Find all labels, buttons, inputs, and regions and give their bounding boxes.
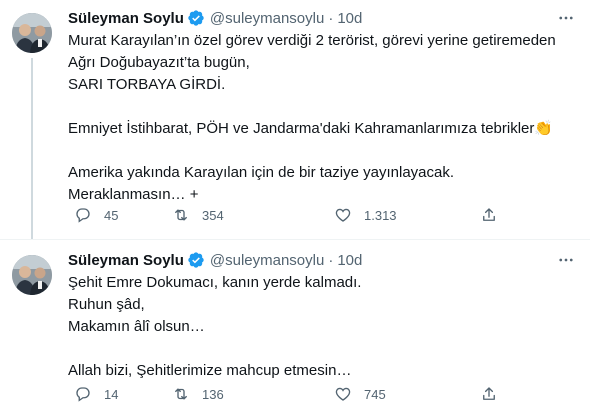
- avatar[interactable]: [12, 13, 52, 53]
- tweet-time[interactable]: 10d: [337, 252, 362, 269]
- more-button[interactable]: [556, 250, 576, 270]
- tweet-text-line: Ağrı Doğubayazıt’ta bugün,: [68, 54, 250, 71]
- tweet-text: Şehit Emre Dokumacı, kanın yerde kalmadı…: [68, 272, 573, 382]
- reply-button[interactable]: 14: [74, 384, 118, 404]
- tweet-text-line: Allah bizi, Şehitlerimize mahcup etmesin…: [68, 362, 352, 379]
- tweet-text-line: SARI TORBAYA GİRDİ.: [68, 76, 226, 93]
- tweet[interactable]: Süleyman Soylu @suleymansoylu · 10d Mura…: [0, 0, 590, 239]
- heart-icon: [335, 387, 351, 401]
- heart-icon: [335, 208, 351, 222]
- more-icon: [559, 16, 573, 20]
- retweet-count: 136: [202, 386, 224, 402]
- tweet-text-line: Murat Karayılan’ın özel görev verdiği 2 …: [68, 32, 556, 49]
- reply-count: 45: [104, 207, 119, 223]
- share-icon: [483, 208, 495, 221]
- reply-icon: [76, 208, 90, 223]
- verified-badge-icon: [188, 252, 204, 268]
- tweet-actions: 45 354 1.313: [68, 205, 498, 225]
- share-icon: [483, 387, 495, 400]
- reply-button[interactable]: 45: [74, 205, 118, 225]
- tweet-text-line: Emniyet İstihbarat, PÖH ve Jandarma'daki…: [68, 120, 554, 137]
- avatar-image: [12, 255, 52, 295]
- verified-badge-icon: [188, 10, 204, 26]
- tweet-header: Süleyman Soylu @suleymansoylu · 10d: [68, 250, 362, 270]
- author-name[interactable]: Süleyman Soylu: [68, 252, 184, 269]
- clapping-hands-emoji: 👏: [534, 120, 554, 137]
- like-count: 1.313: [364, 207, 397, 223]
- retweet-button[interactable]: 136: [172, 384, 224, 404]
- like-count: 745: [364, 386, 386, 402]
- retweet-count: 354: [202, 207, 224, 223]
- reply-icon: [76, 387, 90, 402]
- share-button[interactable]: [480, 384, 498, 404]
- tweet-text-line: Ruhun şâd,: [68, 296, 145, 313]
- more-icon: [559, 258, 573, 262]
- avatar[interactable]: [12, 255, 52, 295]
- avatar-image: [12, 13, 52, 53]
- tweet-time[interactable]: 10d: [337, 10, 362, 27]
- tweet-text-line: Makamın âlî olsun…: [68, 318, 205, 335]
- retweet-icon: [175, 209, 187, 221]
- tweet-text-line: Amerika yakında Karayılan için de bir ta…: [68, 164, 455, 181]
- separator-dot: ·: [328, 9, 334, 27]
- retweet-button[interactable]: 354: [172, 205, 224, 225]
- author-name[interactable]: Süleyman Soylu: [68, 10, 184, 27]
- tweet-text-line: Meraklanmasın… +: [68, 186, 199, 203]
- tweet-text: Murat Karayılan’ın özel görev verdiği 2 …: [68, 30, 573, 206]
- retweet-icon: [175, 388, 187, 400]
- author-handle[interactable]: @suleymansoylu: [210, 252, 324, 269]
- reply-count: 14: [104, 386, 119, 402]
- tweet[interactable]: Süleyman Soylu @suleymansoylu · 10d Şehi…: [0, 239, 590, 414]
- tweet-header: Süleyman Soylu @suleymansoylu · 10d: [68, 8, 362, 28]
- like-button[interactable]: 745: [334, 384, 386, 404]
- tweet-actions: 14 136 745: [68, 384, 498, 404]
- separator-dot: ·: [328, 251, 334, 269]
- tweet-text-line: Şehit Emre Dokumacı, kanın yerde kalmadı…: [68, 274, 362, 291]
- author-handle[interactable]: @suleymansoylu: [210, 10, 324, 27]
- more-button[interactable]: [556, 8, 576, 28]
- thread-connector-line: [31, 58, 33, 239]
- like-button[interactable]: 1.313: [334, 205, 397, 225]
- share-button[interactable]: [480, 205, 498, 225]
